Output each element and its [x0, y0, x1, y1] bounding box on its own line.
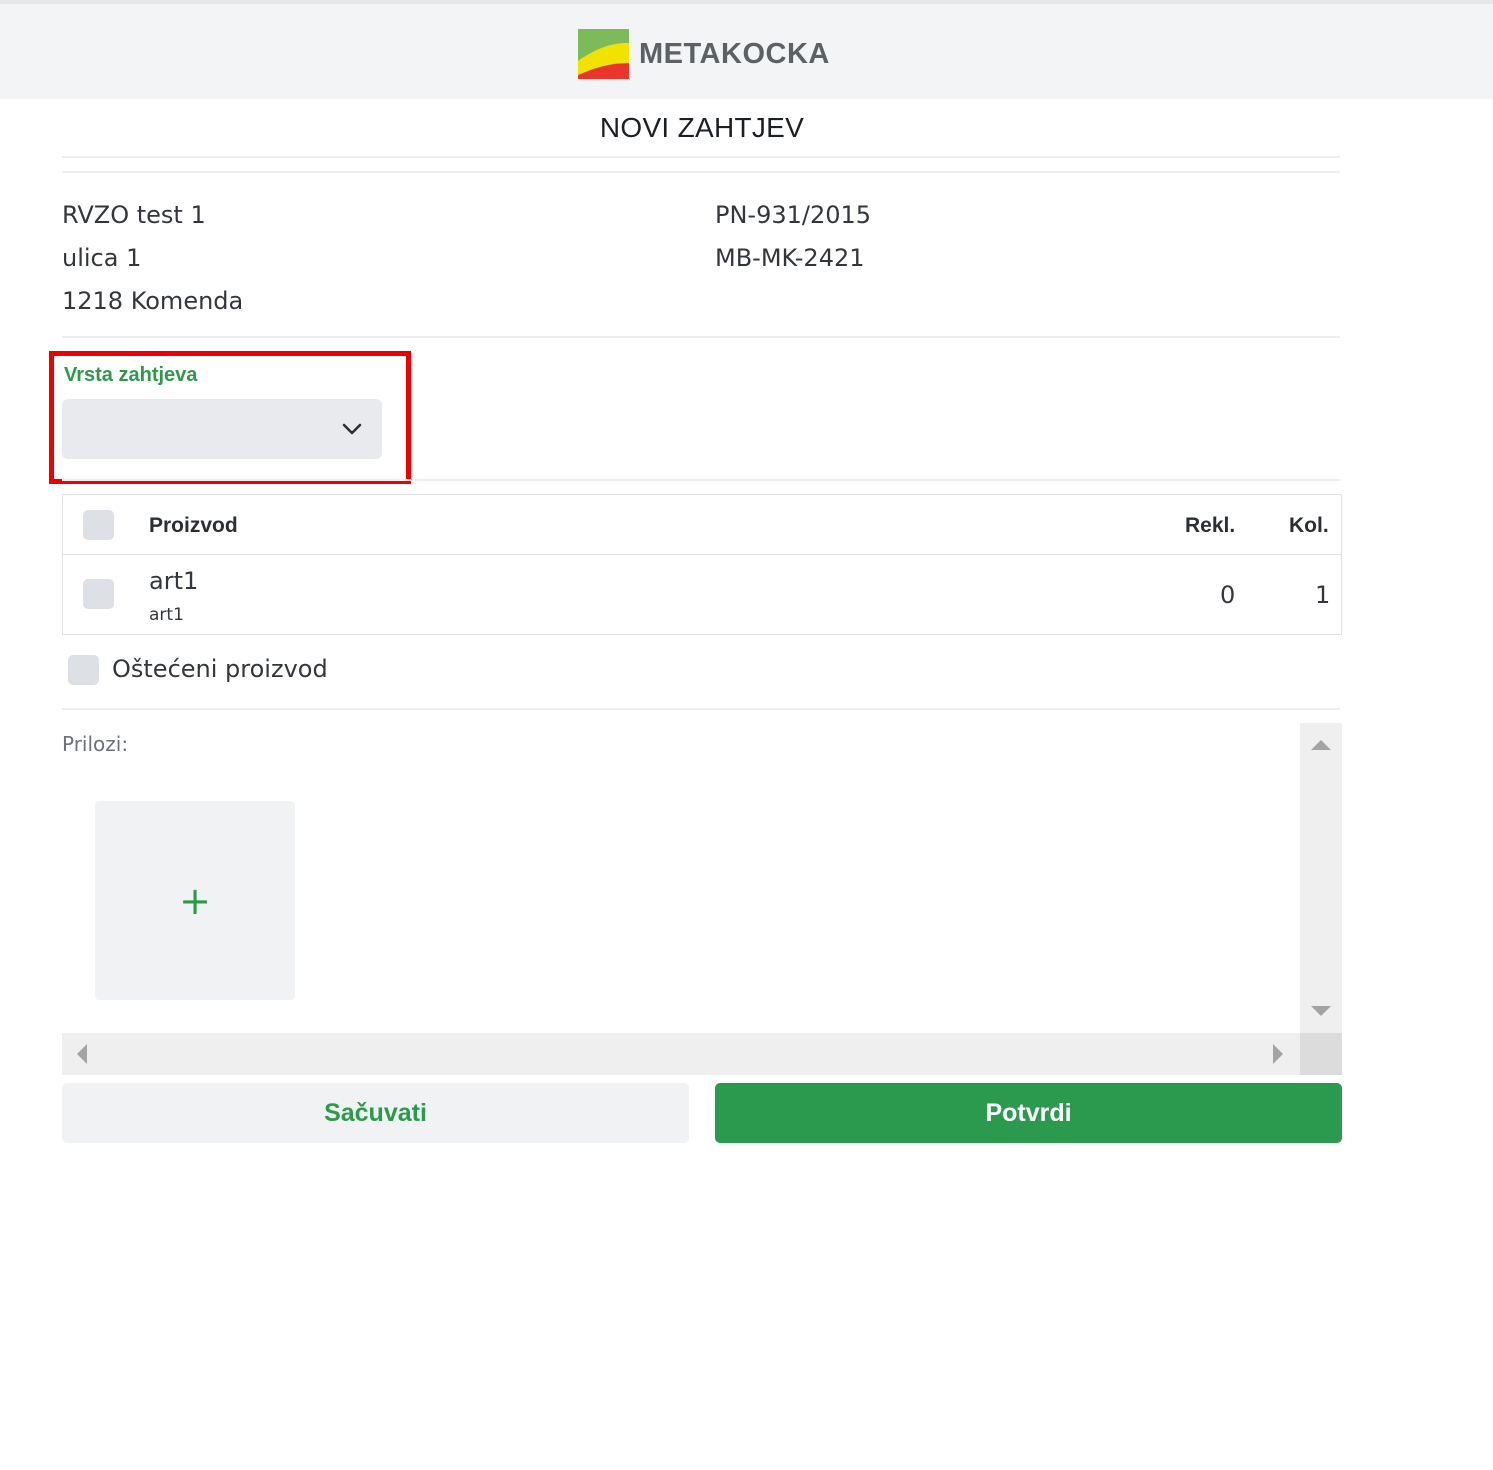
products-table: Proizvod Rekl. Kol. art1 art1 0 1	[62, 494, 1342, 635]
attachments-panel: Prilozi: +	[62, 723, 1342, 1075]
customer-info: RVZO test 1 ulica 1 1218 Komenda	[62, 194, 243, 323]
page-title: NOVI ZAHTJEV	[599, 112, 805, 143]
claimed-value: 0	[1220, 581, 1236, 609]
plus-icon: +	[179, 878, 211, 923]
logo-icon	[578, 29, 629, 79]
divider	[62, 171, 1340, 173]
document-code: MB-MK-2421	[715, 244, 865, 272]
scrollbar-corner	[1300, 1033, 1342, 1075]
damaged-product-label: Oštećeni proizvod	[112, 655, 328, 683]
table-row[interactable]: art1 art1 0 1	[63, 555, 1341, 634]
product-code: art1	[149, 605, 184, 625]
scroll-down-icon[interactable]	[1311, 1006, 1331, 1016]
metakocka-logo[interactable]: METAKOCKA	[578, 28, 830, 80]
select-all-checkbox[interactable]	[83, 510, 114, 540]
row-checkbox[interactable]	[83, 579, 114, 609]
request-type-select[interactable]	[62, 399, 382, 459]
divider	[62, 479, 1340, 481]
document-info: PN-931/2015 MB-MK-2421	[715, 194, 871, 280]
customer-name: RVZO test 1	[62, 201, 206, 229]
customer-street: ulica 1	[62, 244, 142, 272]
add-attachment-button[interactable]: +	[95, 801, 295, 1000]
product-name: art1	[149, 567, 199, 595]
quantity-value: 1	[1315, 581, 1331, 609]
divider	[62, 336, 1340, 338]
divider	[62, 708, 1340, 710]
customer-city: 1218 Komenda	[62, 287, 244, 315]
column-header-claimed: Rekl.	[1185, 514, 1236, 537]
save-button[interactable]: Sačuvati	[62, 1083, 689, 1143]
vertical-scrollbar[interactable]	[1300, 723, 1342, 1033]
horizontal-scrollbar[interactable]	[62, 1033, 1300, 1075]
divider	[62, 156, 1340, 158]
document-number: PN-931/2015	[715, 201, 872, 229]
app-header: METAKOCKA	[0, 4, 1493, 99]
scroll-up-icon[interactable]	[1311, 740, 1331, 750]
request-type-label: Vrsta zahtjeva	[64, 364, 198, 386]
scroll-left-icon[interactable]	[77, 1044, 87, 1064]
confirm-button[interactable]: Potvrdi	[715, 1083, 1342, 1143]
logo-text: METAKOCKA	[639, 37, 830, 70]
column-header-product: Proizvod	[149, 514, 238, 537]
scroll-right-icon[interactable]	[1273, 1044, 1283, 1064]
damaged-product-checkbox[interactable]	[68, 655, 99, 685]
attachments-label: Prilozi:	[62, 732, 129, 756]
chevron-down-icon	[342, 423, 362, 435]
column-header-quantity: Kol.	[1289, 514, 1329, 537]
table-header: Proizvod Rekl. Kol.	[63, 495, 1341, 555]
